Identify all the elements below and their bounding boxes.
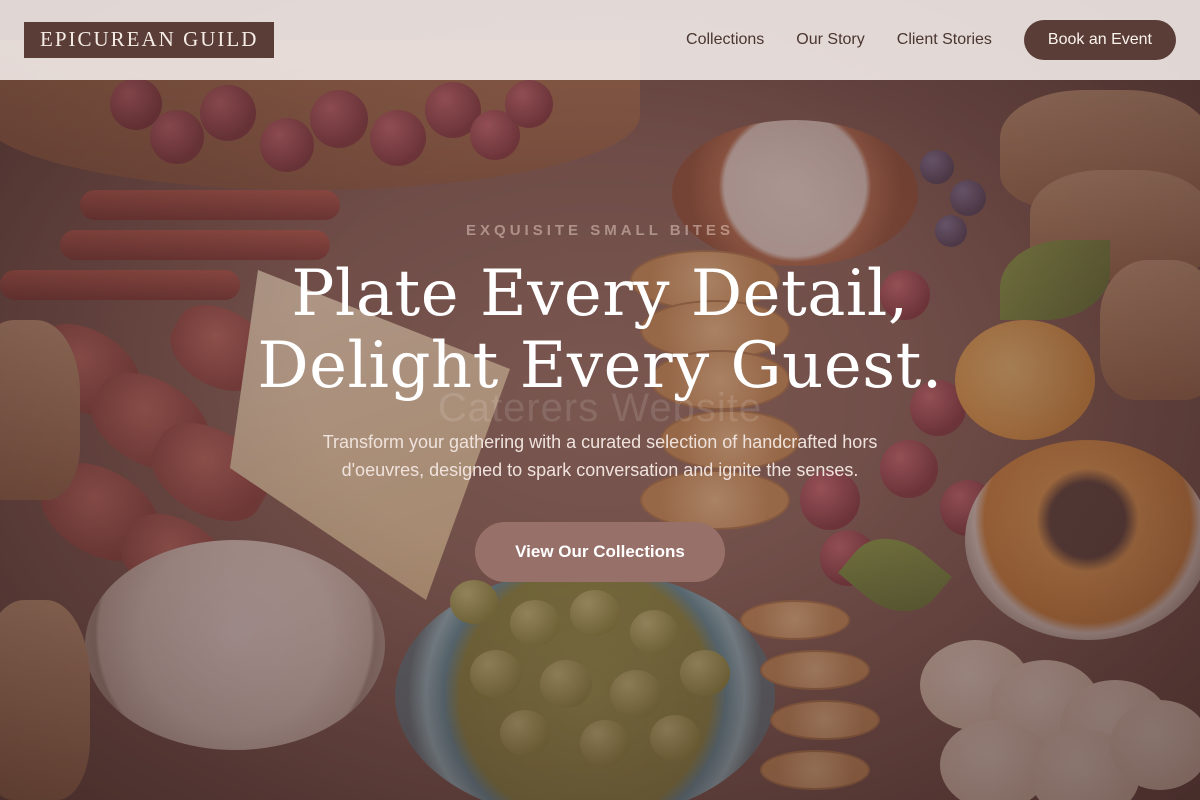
hero-eyebrow: EXQUISITE SMALL BITES (466, 222, 734, 239)
hero-section: EXQUISITE SMALL BITES Plate Every Detail… (0, 80, 1200, 800)
nav-link-our-story[interactable]: Our Story (796, 31, 864, 49)
hero-headline-line1: Plate Every Detail, (291, 257, 909, 331)
main-nav: Collections Our Story Client Stories Boo… (686, 20, 1176, 60)
brand-logo[interactable]: EPICUREAN GUILD (24, 22, 275, 58)
nav-link-client-stories[interactable]: Client Stories (897, 31, 992, 49)
hero-subtext: Transform your gathering with a curated … (322, 432, 878, 480)
ghost-watermark-text: Caterers Website (437, 386, 763, 430)
site-header: EPICUREAN GUILD Collections Our Story Cl… (0, 0, 1200, 80)
book-event-button[interactable]: Book an Event (1023, 20, 1176, 60)
hero-headline: Plate Every Detail, Delight Every Guest. (0, 258, 1200, 402)
view-collections-button[interactable]: View Our Collections (475, 522, 725, 582)
nav-link-collections[interactable]: Collections (686, 31, 764, 49)
